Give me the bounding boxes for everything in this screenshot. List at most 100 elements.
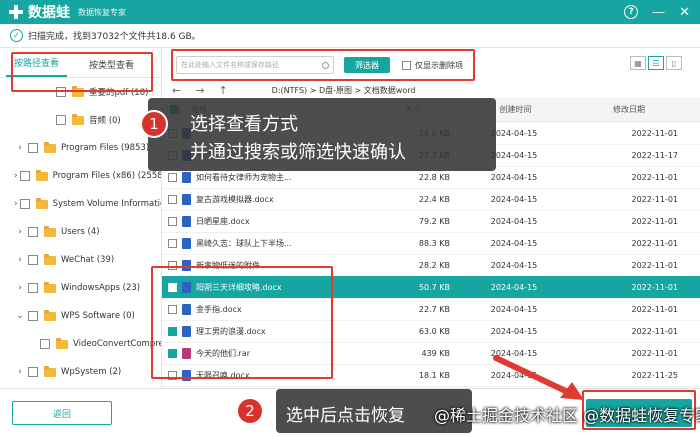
row-size: 79.2 KB xyxy=(418,216,450,226)
breadcrumb: D:(NTFS) > D盘-原图 > 文档数据word xyxy=(271,85,416,95)
step1-line2: 并通过搜索或筛选快速确认 xyxy=(190,142,406,163)
path-bar: ← → ↑ D:(NTFS) > D盘-原图 > 文档数据word xyxy=(162,82,700,98)
list-view-icon[interactable]: ☰ xyxy=(648,56,664,70)
tree-item-checkbox[interactable] xyxy=(28,367,38,377)
row-ctime: 2024-04-15 xyxy=(490,238,538,248)
row-mtime: 2022-11-01 xyxy=(631,282,679,292)
table-row[interactable]: 复古游戏模拟器.docx 22.4 KB 2024-04-15 2022-11-01 xyxy=(162,188,700,211)
row-size: 439 KB xyxy=(421,348,450,358)
tree-item-checkbox[interactable] xyxy=(28,255,38,265)
scan-status: ✓ 扫描完成，找到37032个文件共18.6 GB。 xyxy=(0,24,700,48)
folder-icon xyxy=(44,141,56,153)
watermark-text: @稀土掘金技术社区 @数据蛙恢复专家 xyxy=(434,406,700,425)
row-size: 22.8 KB xyxy=(418,172,450,182)
highlight-search-bar xyxy=(171,49,475,81)
expand-chevron-icon[interactable]: › xyxy=(14,227,26,237)
view-switch: ▦ ☰ ▯ xyxy=(630,56,682,70)
expand-chevron-icon[interactable]: › xyxy=(14,143,26,153)
sidebar-tree-item[interactable]: › Users (4) xyxy=(0,218,161,246)
up-arrow-icon[interactable]: ↑ xyxy=(218,84,227,97)
row-checkbox[interactable] xyxy=(168,172,177,182)
step1-line1: 选择查看方式 xyxy=(190,114,298,135)
row-mtime: 2022-11-01 xyxy=(631,172,679,182)
scan-status-text: 扫描完成，找到37032个文件共18.6 GB。 xyxy=(28,32,201,42)
row-ctime: 2024-04-15 xyxy=(490,260,538,270)
row-mtime: 2022-11-01 xyxy=(631,194,679,204)
folder-icon xyxy=(56,337,68,349)
expand-chevron-icon[interactable]: › xyxy=(14,255,26,265)
row-ctime: 2024-04-15 xyxy=(490,172,538,182)
row-mtime: 2022-11-01 xyxy=(631,128,679,138)
tree-item-label: Users (4) xyxy=(61,227,100,237)
tree-item-checkbox[interactable] xyxy=(28,227,38,237)
row-checkbox[interactable] xyxy=(168,194,177,204)
step2-text: 选中后点击恢复 xyxy=(286,406,405,426)
header-ctime[interactable]: 创建时间 xyxy=(499,104,613,115)
tree-item-checkbox[interactable] xyxy=(28,311,38,321)
expand-chevron-icon[interactable]: › xyxy=(14,283,26,293)
tree-item-label: WeChat (39) xyxy=(61,255,115,265)
title-bar: 数据蛙 数据恢复专家 ? — ✕ xyxy=(0,0,700,24)
highlight-selected-rows xyxy=(151,266,333,379)
tree-item-checkbox[interactable] xyxy=(19,199,30,209)
tree-item-checkbox[interactable] xyxy=(19,171,30,181)
tree-item-checkbox[interactable] xyxy=(28,283,38,293)
minimize-icon[interactable]: — xyxy=(652,5,665,20)
folder-icon xyxy=(72,113,84,125)
tree-item-label: 音频 (0) xyxy=(89,116,121,126)
sidebar-tree-item[interactable]: VideoConvertCompres xyxy=(0,330,161,358)
help-icon[interactable]: ? xyxy=(624,5,639,19)
tree-item-label: Program Files (x86) (2558) xyxy=(52,171,162,181)
row-size: 88.3 KB xyxy=(418,238,450,248)
tree-item-checkbox[interactable] xyxy=(40,339,50,349)
row-name: 复古游戏模拟器.docx xyxy=(196,194,274,204)
expand-chevron-icon[interactable]: › xyxy=(14,367,26,377)
sidebar-tree-item[interactable]: › WindowsApps (23) xyxy=(0,274,161,302)
sidebar-tree-item[interactable]: › Program Files (9853) xyxy=(0,134,161,162)
word-doc-icon xyxy=(182,171,191,183)
step1-callout: 选择查看方式 并通过搜索或筛选快速确认 xyxy=(148,98,496,171)
folder-icon xyxy=(35,197,48,209)
word-doc-icon xyxy=(182,193,191,205)
row-size: 18.1 KB xyxy=(418,370,450,380)
folder-icon xyxy=(44,281,56,293)
tree-item-label: System Volume Informatic xyxy=(52,199,162,209)
step2-badge: 2 xyxy=(236,397,264,425)
red-arrow-icon xyxy=(493,355,584,400)
sidebar-tree-item[interactable]: 音频 (0) xyxy=(0,106,161,134)
sidebar-tree-item[interactable]: › Program Files (x86) (2558) xyxy=(0,162,161,190)
row-checkbox[interactable] xyxy=(168,216,177,226)
back-arrow-icon[interactable]: ← xyxy=(172,84,181,97)
forward-arrow-icon[interactable]: → xyxy=(195,84,204,97)
highlight-view-tabs xyxy=(11,52,153,92)
header-mtime[interactable]: 修改日期 xyxy=(613,104,700,115)
back-button[interactable]: 返回 xyxy=(12,401,112,425)
step1-badge: 1 xyxy=(140,110,168,138)
expand-chevron-icon[interactable]: › xyxy=(14,171,18,181)
row-size: 22.7 KB xyxy=(418,304,450,314)
expand-chevron-icon[interactable]: › xyxy=(14,199,18,209)
close-icon[interactable]: ✕ xyxy=(679,5,690,20)
tree-item-label: Program Files (9853) xyxy=(61,143,150,153)
sidebar-tree-item[interactable]: › WpSystem (2) xyxy=(0,358,161,386)
sidebar-tree-item[interactable]: › System Volume Informatic xyxy=(0,190,161,218)
folder-icon xyxy=(44,225,56,237)
row-name: 日晒星座.docx xyxy=(196,216,250,226)
row-ctime: 2024-04-15 xyxy=(490,194,538,204)
tree-item-checkbox[interactable] xyxy=(28,143,38,153)
row-ctime: 2024-04-15 xyxy=(490,216,538,226)
folder-icon xyxy=(44,309,56,321)
row-checkbox[interactable] xyxy=(168,238,177,248)
grid-view-icon[interactable]: ▦ xyxy=(630,56,646,70)
sidebar-tree-item[interactable]: ⌄ WPS Software (0) xyxy=(0,302,161,330)
tree-item-checkbox[interactable] xyxy=(56,115,66,125)
table-row[interactable]: 日晒星座.docx 79.2 KB 2024-04-15 2022-11-01 xyxy=(162,210,700,233)
tree-item-label: VideoConvertCompres xyxy=(73,339,162,349)
detail-view-icon[interactable]: ▯ xyxy=(666,56,682,70)
folder-icon xyxy=(35,169,48,181)
table-row[interactable]: 黑崎久志：球队上下半场... 88.3 KB 2024-04-15 2022-11-0… xyxy=(162,232,700,255)
row-mtime: 2022-11-01 xyxy=(631,260,679,270)
sidebar-tree-item[interactable]: › WeChat (39) xyxy=(0,246,161,274)
check-circle-icon: ✓ xyxy=(10,29,23,42)
expand-chevron-icon[interactable]: ⌄ xyxy=(14,311,26,321)
